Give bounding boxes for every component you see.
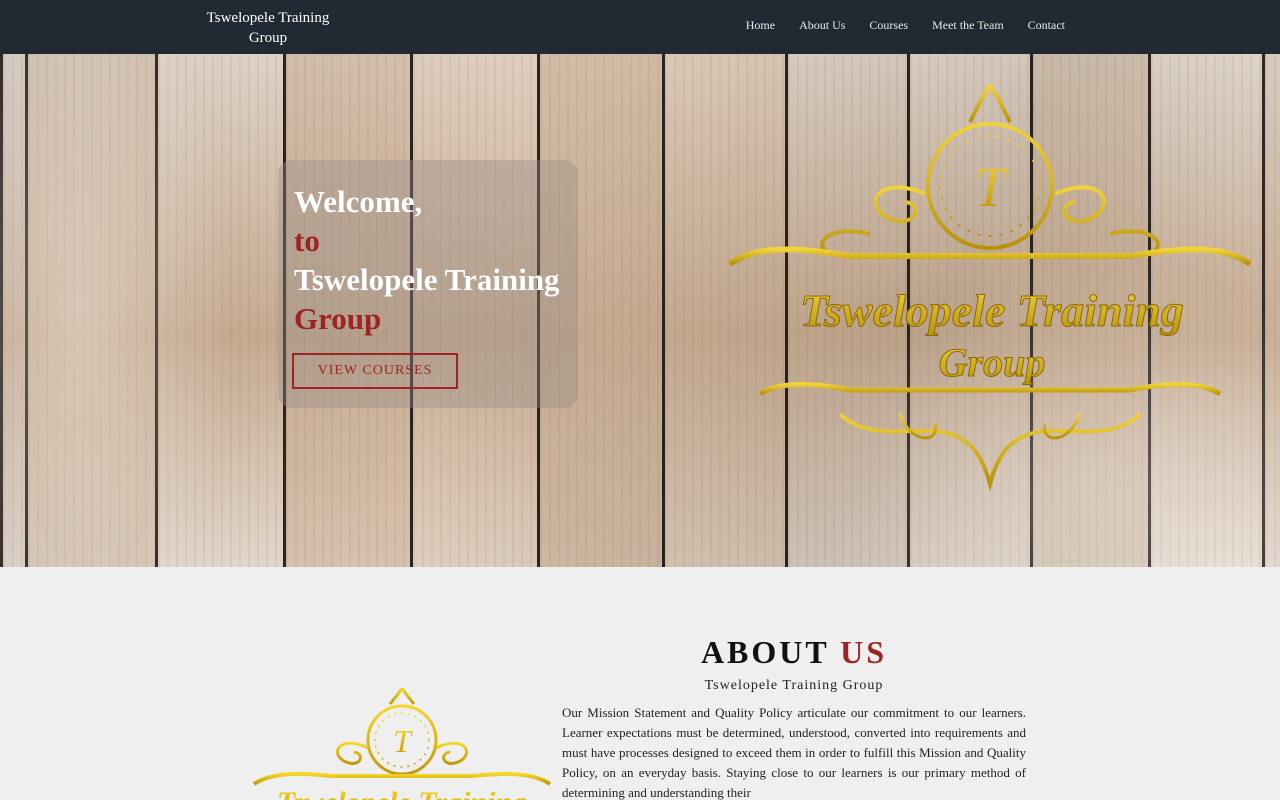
logo-right-scroll (1054, 185, 1160, 256)
brand-logo[interactable]: Tswelopele Training Group (188, 8, 348, 48)
logo-top-bar (728, 246, 1252, 267)
about-heading: ABOUT US (560, 634, 1028, 671)
nav-meet-the-team[interactable]: Meet the Team (932, 18, 1004, 33)
hero-section: Welcome, to Tswelopele Training Group VI… (0, 54, 1280, 567)
welcome-line-3: Tswelopele Training (294, 262, 560, 297)
welcome-line-4: Group (294, 301, 382, 336)
about-gold-logo: T Tswelopele Training (252, 688, 552, 800)
logo-left-scroll (820, 185, 926, 256)
welcome-line-2: to (294, 223, 320, 258)
about-heading-part-2: US (840, 634, 888, 670)
nav-about-us[interactable]: About Us (799, 18, 845, 33)
nav-courses[interactable]: Courses (869, 18, 908, 33)
nav-home[interactable]: Home (746, 18, 775, 33)
navbar: Tswelopele Training Group Home About Us … (0, 0, 1280, 54)
logo-crown (968, 84, 1012, 123)
welcome-line-1: Welcome, (294, 184, 423, 219)
about-subheading: Tswelopele Training Group (704, 678, 884, 693)
view-courses-button[interactable]: VIEW COURSES (292, 353, 458, 389)
logo-monogram: T (974, 157, 1009, 219)
nav-contact[interactable]: Contact (1028, 18, 1065, 33)
logo-text-line-2: Group (939, 340, 1046, 385)
logo-bottom-bar (758, 382, 1222, 397)
main-nav: Home About Us Courses Meet the Team Cont… (746, 18, 1065, 33)
about-heading-part-1: ABOUT (700, 634, 830, 670)
about-logo-text: Tswelopele Training (277, 786, 527, 800)
logo-text-line-1: Tswelopele Training (800, 285, 1184, 336)
welcome-heading: Welcome, to Tswelopele Training Group (294, 182, 560, 338)
about-body-text: Our Mission Statement and Quality Policy… (562, 705, 1026, 800)
hero-gold-logo: T Tswelopele Training Group (728, 84, 1252, 504)
about-logo-monogram: T (393, 723, 413, 759)
